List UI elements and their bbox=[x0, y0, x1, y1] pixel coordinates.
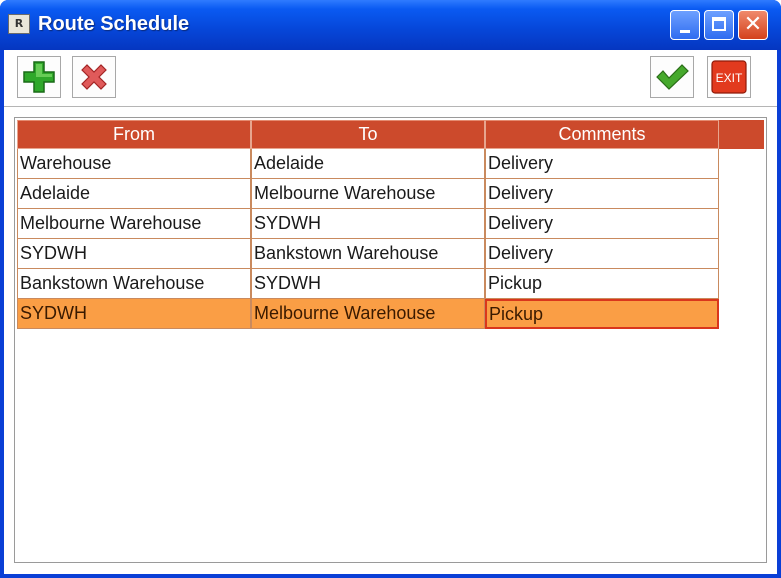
minimize-icon bbox=[680, 30, 690, 33]
client-area: EXIT From To Comments Warehouse Adelaide… bbox=[4, 50, 777, 574]
exit-button[interactable]: EXIT bbox=[707, 56, 751, 98]
checkmark-icon bbox=[656, 64, 689, 90]
delete-icon bbox=[81, 64, 107, 90]
minimize-button[interactable] bbox=[670, 10, 700, 40]
cell-comments[interactable]: Pickup bbox=[485, 269, 719, 299]
cell-from[interactable]: Adelaide bbox=[17, 179, 251, 209]
cell-from[interactable]: Warehouse bbox=[17, 149, 251, 179]
close-icon: ✕ bbox=[743, 12, 763, 37]
cell-to[interactable]: SYDWH bbox=[251, 269, 485, 299]
title-bar[interactable]: R Route Schedule ✕ bbox=[0, 0, 781, 50]
add-button[interactable] bbox=[17, 56, 61, 98]
cell-comments[interactable]: Delivery bbox=[485, 239, 719, 269]
maximize-button[interactable] bbox=[704, 10, 734, 40]
cell-to[interactable]: Bankstown Warehouse bbox=[251, 239, 485, 269]
cell-to[interactable]: Adelaide bbox=[251, 149, 485, 179]
cell-from[interactable]: Bankstown Warehouse bbox=[17, 269, 251, 299]
exit-label: EXIT bbox=[716, 71, 743, 85]
window: R Route Schedule ✕ EXIT From To Comments… bbox=[0, 0, 781, 578]
exit-icon: EXIT bbox=[711, 60, 747, 94]
cell-comments-focused[interactable]: Pickup bbox=[485, 299, 719, 329]
close-button[interactable]: ✕ bbox=[738, 10, 768, 40]
table-panel: From To Comments Warehouse Adelaide Deli… bbox=[14, 117, 767, 563]
confirm-button[interactable] bbox=[650, 56, 694, 98]
cell-from[interactable]: Melbourne Warehouse bbox=[17, 209, 251, 239]
cell-from[interactable]: SYDWH bbox=[17, 299, 251, 329]
add-icon bbox=[23, 61, 55, 93]
cell-to[interactable]: SYDWH bbox=[251, 209, 485, 239]
cell-to[interactable]: Melbourne Warehouse bbox=[251, 299, 485, 329]
cell-from[interactable]: SYDWH bbox=[17, 239, 251, 269]
delete-button[interactable] bbox=[72, 56, 116, 98]
column-header-to[interactable]: To bbox=[251, 120, 485, 149]
cell-to[interactable]: Melbourne Warehouse bbox=[251, 179, 485, 209]
maximize-icon bbox=[712, 17, 726, 31]
column-header-from[interactable]: From bbox=[17, 120, 251, 149]
window-title: Route Schedule bbox=[38, 13, 190, 35]
cell-comments[interactable]: Delivery bbox=[485, 149, 719, 179]
column-header-comments[interactable]: Comments bbox=[485, 120, 719, 149]
toolbar: EXIT bbox=[4, 50, 777, 105]
toolbar-separator bbox=[4, 106, 777, 110]
app-icon[interactable]: R bbox=[8, 14, 30, 34]
cell-comments[interactable]: Delivery bbox=[485, 209, 719, 239]
cell-comments[interactable]: Delivery bbox=[485, 179, 719, 209]
